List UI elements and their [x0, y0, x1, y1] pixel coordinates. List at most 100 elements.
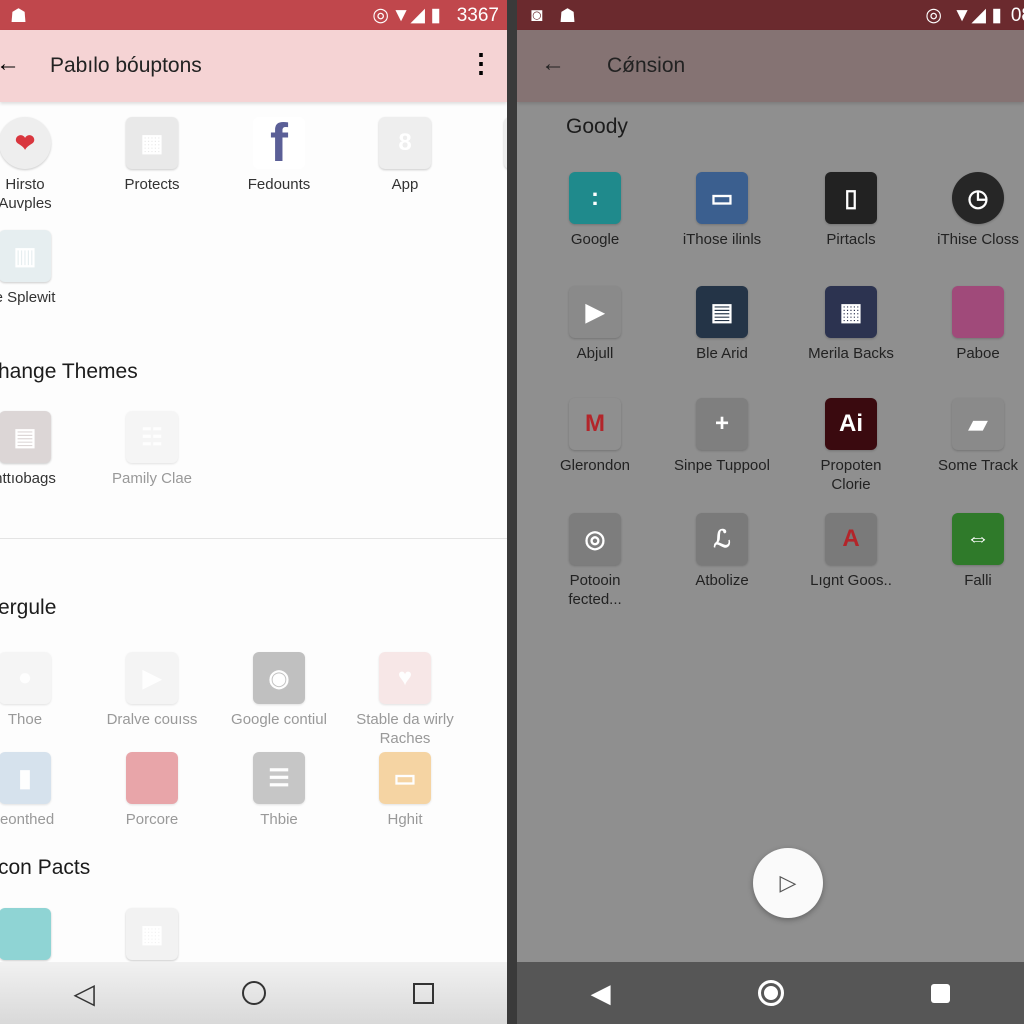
right-screen: ◙ ☗ ◎ ▼◢ ▮ 08 ← Cǿnsion Goody : Google ▭ iT…	[517, 0, 1024, 1024]
video-icon: ▶	[126, 652, 178, 704]
app-item[interactable]: ▯ Pirtacls	[786, 172, 916, 249]
app-item[interactable]: f Fedounts	[214, 113, 344, 194]
alarm-icon: ◎	[372, 5, 389, 26]
app-item[interactable]: + Sinpe Tuppool	[657, 398, 787, 475]
app-label: Atbolize	[695, 572, 749, 589]
app-item[interactable]: ▥ e Splewit	[0, 230, 90, 307]
page-title: Cǿnsion	[607, 54, 686, 77]
app-label: Pirtacls	[826, 231, 876, 248]
status-time: 08	[1010, 5, 1024, 26]
app-item[interactable]: Pr	[465, 117, 507, 194]
briefcase-icon: ℒ	[696, 513, 748, 565]
app-item[interactable]: ◷ iThise Closs	[913, 172, 1024, 249]
arrow-left-icon[interactable]: ←	[541, 50, 565, 78]
list-icon: ☰	[253, 752, 305, 804]
badge-icon: ◎	[569, 513, 621, 565]
app-label: Thbie	[260, 811, 298, 828]
app-item[interactable]: ☷ Pamily Clae	[87, 411, 217, 488]
play-fab-button[interactable]: ▷	[753, 848, 823, 918]
teal-card-icon	[0, 908, 51, 960]
battery-icon: ▮	[991, 5, 1002, 26]
arrows-icon: ⇔	[952, 513, 1004, 565]
dashboard-icon: ▦	[126, 117, 178, 169]
play-icon: ▷	[779, 870, 797, 895]
app-label: Fedounts	[247, 176, 311, 193]
app-item[interactable]: ● Thoe	[0, 652, 90, 729]
app-item[interactable]: M Glerondon	[530, 398, 660, 475]
app-item[interactable]: ▤ nttıobags	[0, 411, 90, 488]
app-item[interactable]: ▤ Ble Arid	[657, 286, 787, 363]
app-item[interactable]: ☰ Thbie	[214, 752, 344, 829]
nav-home-icon[interactable]	[241, 981, 266, 1005]
nav-back-icon[interactable]: ◀	[591, 978, 611, 1009]
app-label: e Splewit	[0, 289, 56, 306]
section-title: Goody	[566, 115, 628, 138]
wifi-icon: ▼◢	[391, 5, 425, 26]
app-item[interactable]: ◉ Google contiul	[214, 652, 344, 729]
app-label: Sinpe Tuppool	[674, 457, 770, 474]
app-item[interactable]: A Lıgnt Goos..	[786, 513, 916, 590]
app-item[interactable]: ❤ Hirsto Auvples	[0, 117, 90, 213]
nav-home-icon[interactable]	[757, 980, 784, 1006]
app-label: Potooin fected...	[568, 572, 622, 608]
nav-recents-icon[interactable]	[412, 982, 434, 1004]
more-vert-icon[interactable]: ⋮	[468, 48, 494, 79]
app-label: Pr	[465, 175, 507, 194]
app-item[interactable]: ▦ Protects	[87, 117, 217, 194]
app-label: Propoten Clorie	[820, 457, 882, 493]
app-label: Dralve couıss	[106, 711, 198, 728]
app-label: Some Track	[937, 457, 1019, 474]
app-item[interactable]: ▰ Some Track	[913, 398, 1024, 475]
chart-icon: ▥	[0, 230, 51, 282]
app-item[interactable]: ▭ iThose ilinls	[657, 172, 787, 249]
folder-icon: :	[569, 172, 621, 224]
app-label: Ble Arid	[696, 345, 748, 362]
gmail-icon: M	[569, 398, 621, 450]
app-item[interactable]: ▶ Dralve couıss	[87, 652, 217, 729]
app-item[interactable]: Porcore	[87, 752, 217, 829]
app-item[interactable]: ▦ Merila Backs	[786, 286, 916, 363]
app-label: Protects	[124, 176, 180, 193]
nav-recents-icon[interactable]	[931, 983, 951, 1003]
laptop-icon: ▭	[696, 172, 748, 224]
app-label: nttıobags	[0, 470, 56, 487]
toolbox-icon: ▭	[379, 752, 431, 804]
facebook-icon: f	[253, 113, 305, 173]
app-item[interactable]: Ai Propoten Clorie	[786, 398, 916, 494]
notification-icon: ☗	[559, 6, 577, 27]
app-label: Porcore	[125, 811, 179, 828]
app-label: Abjull	[576, 345, 614, 362]
laptop-icon: ▤	[696, 286, 748, 338]
media-icon: ▦	[825, 286, 877, 338]
app-item[interactable]: ◎ Potooin fected...	[530, 513, 660, 609]
gradient-icon	[952, 286, 1004, 338]
app-item[interactable]: : Google	[530, 172, 660, 249]
nav-back-icon[interactable]: ◁	[73, 977, 95, 1010]
arrow-left-icon[interactable]: ←	[0, 50, 20, 78]
battery-icon: ▮	[430, 5, 441, 26]
app-item[interactable]: ▮ ıeonthed	[0, 752, 90, 829]
calendar-icon: ☷	[126, 411, 178, 463]
app-item[interactable]: ▶ Abjull	[530, 286, 660, 363]
app-label: Merila Backs	[808, 345, 894, 362]
divider	[0, 538, 507, 539]
app-label: iThose ilinls	[682, 231, 762, 248]
app-item[interactable]: Paboe	[913, 286, 1024, 363]
app-item[interactable]: ⇔ Falli	[913, 513, 1024, 590]
photos-icon: ▰	[952, 398, 1004, 450]
status-bar: ◙ ☗ ◎ ▼◢ ▮ 08	[517, 0, 1024, 30]
app-label: Glerondon	[559, 457, 631, 474]
app-item[interactable]: 8 App	[340, 117, 470, 194]
heart-icon: ❤	[0, 117, 51, 169]
app-label: Thoe	[7, 711, 43, 728]
app-item[interactable]: ▭ Hghit	[340, 752, 470, 829]
app-label: Google contiul	[231, 711, 327, 728]
app-item[interactable]: ℒ Atbolize	[657, 513, 787, 590]
app-item[interactable]	[0, 908, 90, 960]
app-item[interactable]: ▦	[87, 908, 217, 960]
app-bar: ← Pabılo bóuptons ⋮	[0, 30, 507, 102]
phone-icon: ▦	[126, 908, 178, 960]
app-label: Google	[570, 231, 620, 248]
app-item[interactable]: ♥ Stable da wirly Raches	[340, 652, 470, 748]
navigation-bar: ◀	[517, 962, 1024, 1024]
